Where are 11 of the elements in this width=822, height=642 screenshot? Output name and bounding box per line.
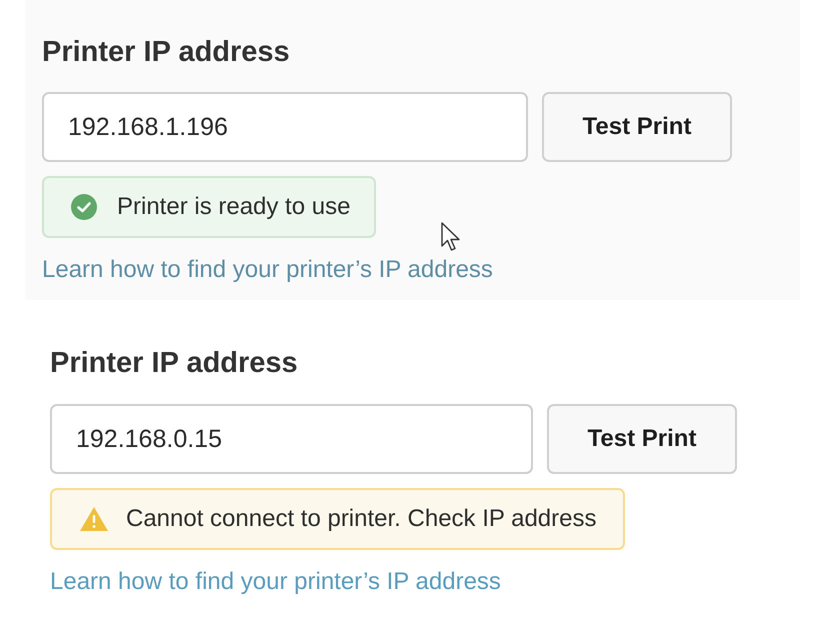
- warning-icon: [80, 507, 108, 531]
- status-text: Printer is ready to use: [117, 193, 350, 221]
- ip-address-field[interactable]: 192.168.0.15: [50, 404, 533, 474]
- test-print-button[interactable]: Test Print: [547, 404, 737, 474]
- ip-address-field[interactable]: 192.168.1.196: [42, 92, 528, 162]
- test-print-button[interactable]: Test Print: [542, 92, 732, 162]
- check-circle-icon: [71, 194, 97, 220]
- field-label: Printer IP address: [50, 346, 298, 380]
- field-label: Printer IP address: [42, 35, 290, 69]
- status-text: Cannot connect to printer. Check IP address: [126, 505, 596, 533]
- mouse-pointer-icon: [441, 222, 461, 252]
